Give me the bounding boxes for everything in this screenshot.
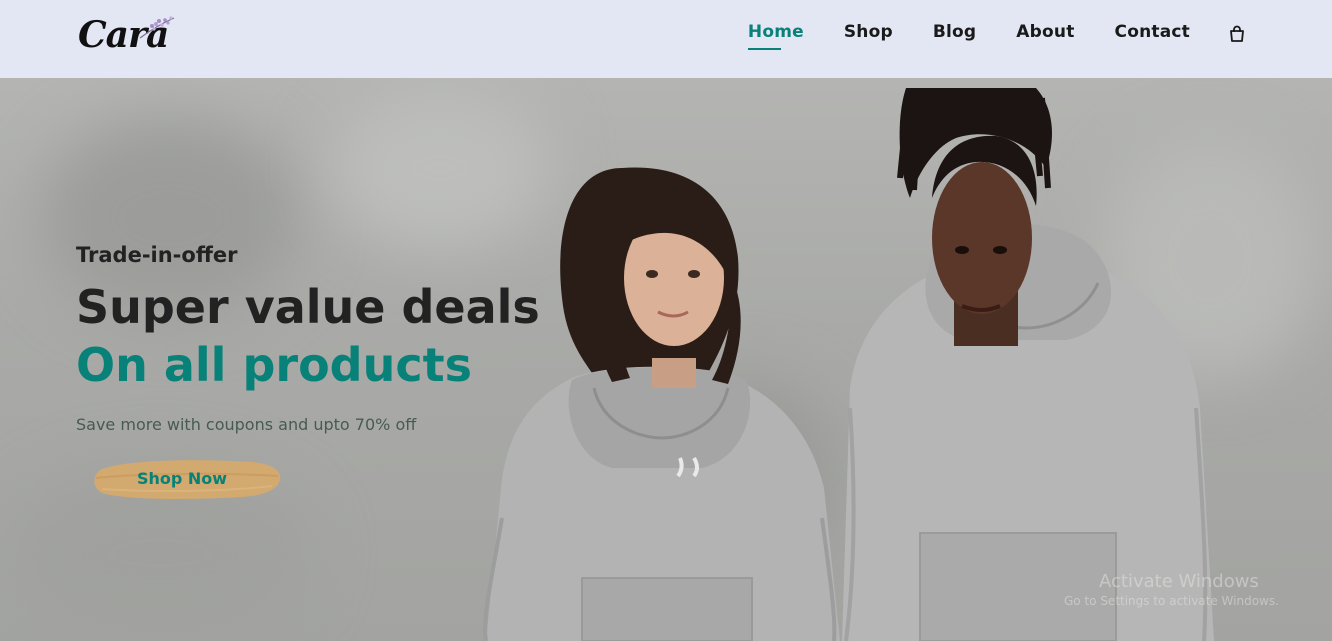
main-navigation: Home Shop Blog About Contact <box>708 22 1246 50</box>
lavender-sprig-icon <box>139 16 175 39</box>
hero-headline-accent: On all products <box>76 338 472 392</box>
watermark-subtitle: Go to Settings to activate Windows. <box>1064 594 1279 608</box>
logo[interactable]: Cara <box>78 12 178 58</box>
nav-link-blog[interactable]: Blog <box>933 22 976 46</box>
offer-tag: Trade-in-offer <box>76 243 238 267</box>
shop-now-button[interactable]: Shop Now <box>92 456 284 502</box>
watermark-title: Activate Windows <box>1099 571 1259 592</box>
hero-subtext: Save more with coupons and upto 70% off <box>76 415 417 434</box>
hero-section: Trade-in-offer Super value deals On all … <box>0 78 1332 641</box>
activation-watermark: Activate Windows Go to Settings to activ… <box>1064 571 1279 608</box>
nav-link-shop[interactable]: Shop <box>844 22 893 46</box>
model-man-image <box>842 88 1214 641</box>
nav-link-home[interactable]: Home <box>747 22 804 50</box>
nav-link-contact[interactable]: Contact <box>1115 22 1190 46</box>
shopping-bag-icon[interactable] <box>1228 25 1246 43</box>
model-woman-image <box>483 167 840 641</box>
hero-headline: Super value deals <box>76 280 540 334</box>
nav-link-about[interactable]: About <box>1016 22 1074 46</box>
site-header: Cara Home Shop Blog About Contact <box>0 0 1332 78</box>
shop-now-label: Shop Now <box>136 469 228 488</box>
